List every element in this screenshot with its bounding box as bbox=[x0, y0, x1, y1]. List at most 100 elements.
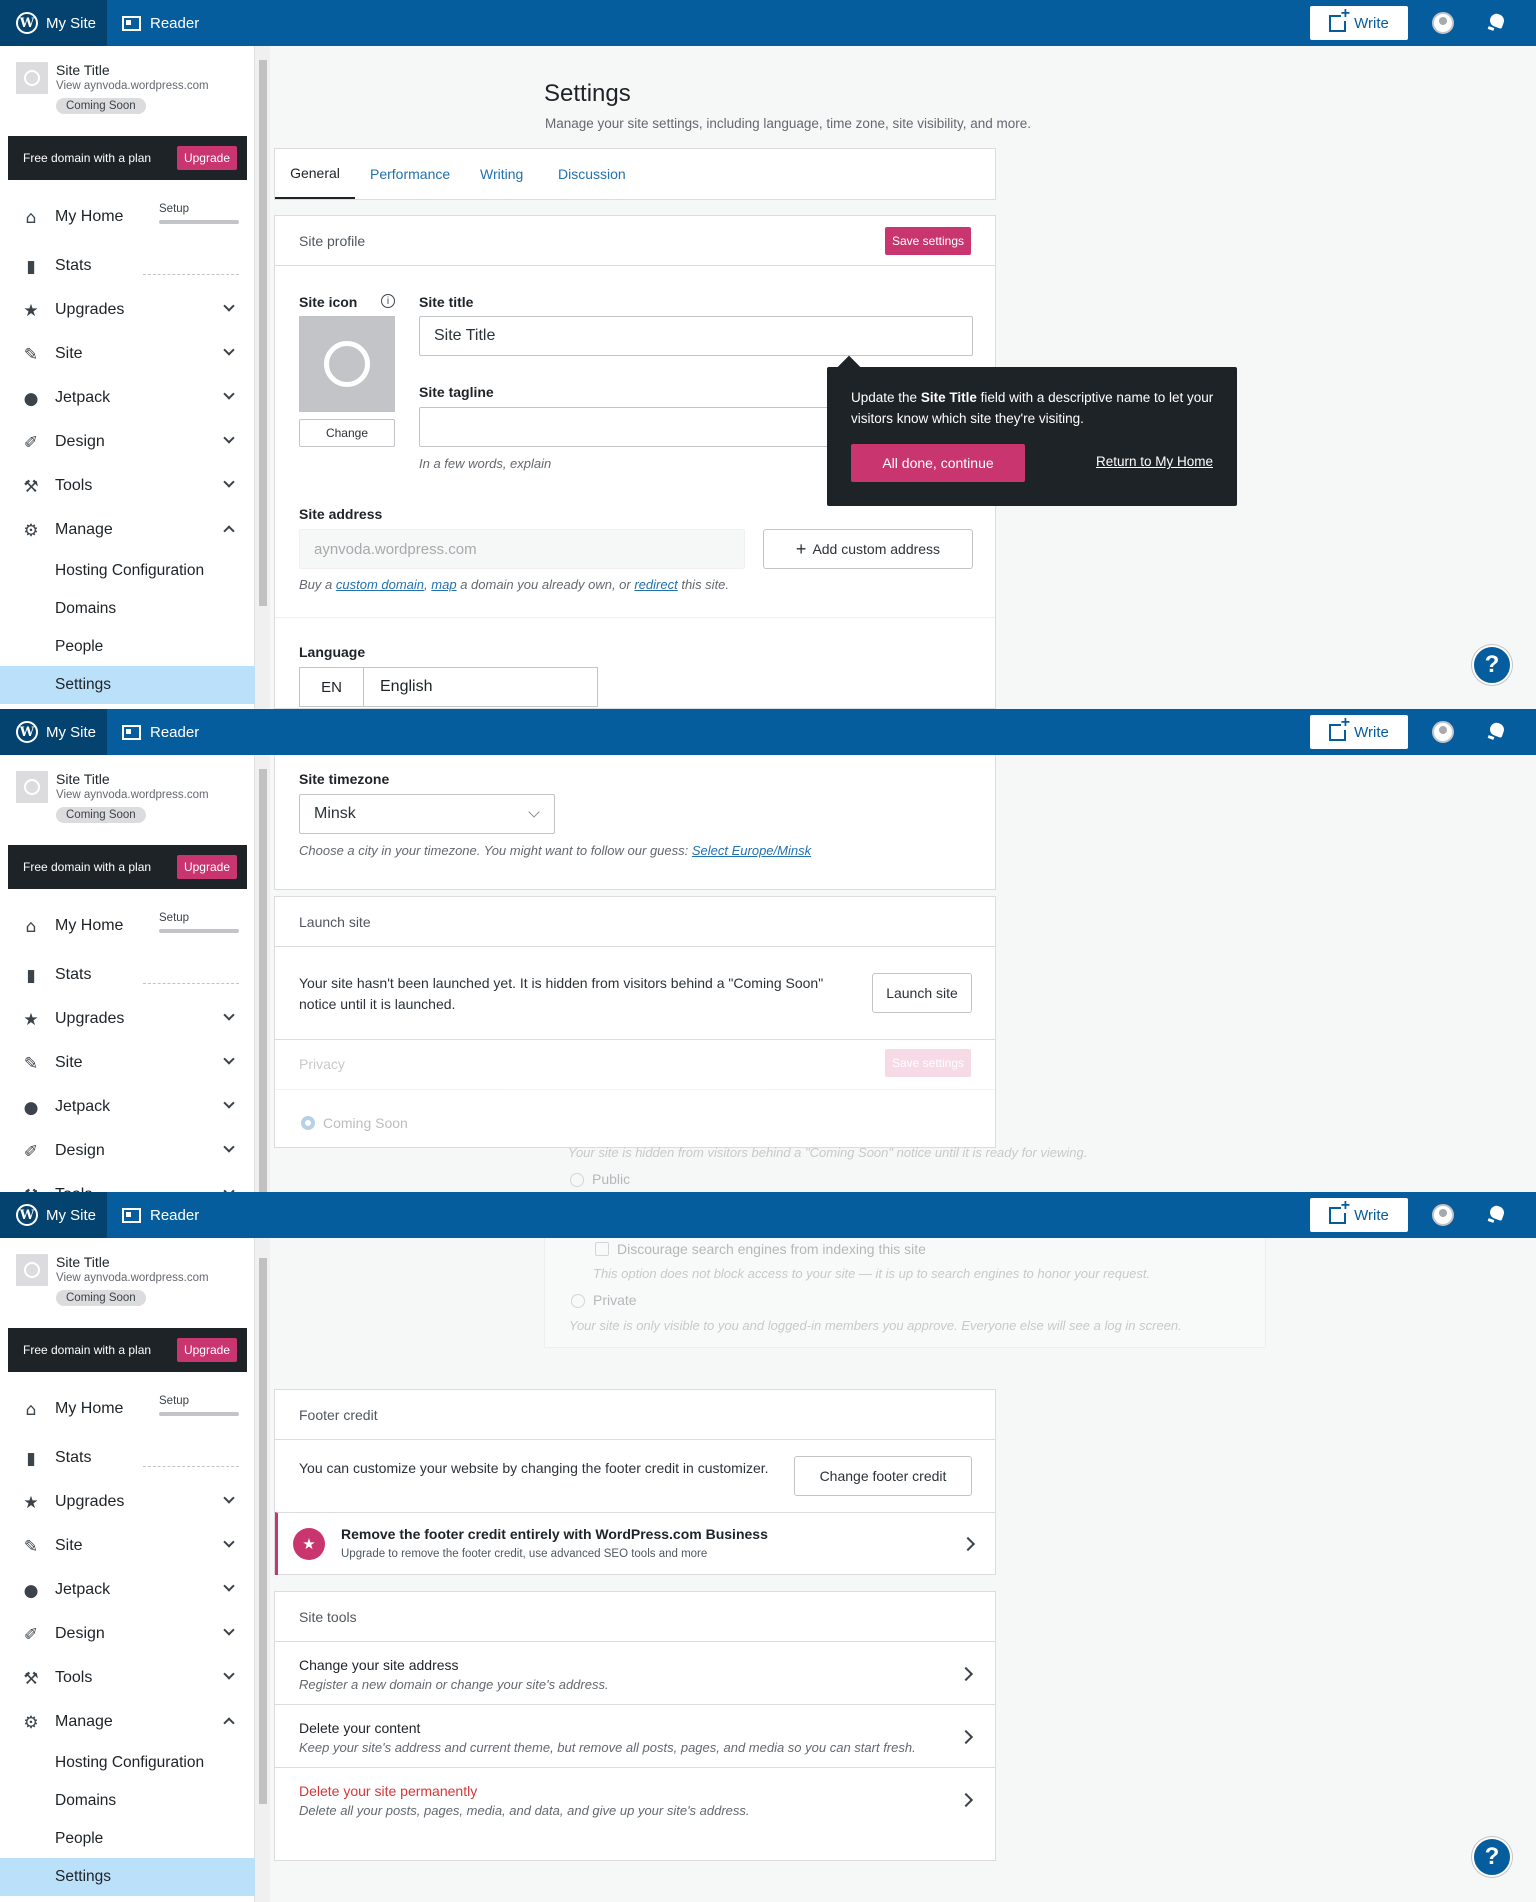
sidebar-item-manage[interactable]: ⚙ Manage bbox=[0, 508, 255, 552]
map-link[interactable]: map bbox=[431, 577, 456, 592]
avatar[interactable] bbox=[1432, 721, 1454, 743]
sidebar-item-design[interactable]: ✐ Design bbox=[0, 420, 255, 464]
free-domain-banner[interactable]: Free domain with a plan Upgrade bbox=[8, 136, 247, 180]
coming-soon-radio[interactable] bbox=[301, 1116, 315, 1130]
sidebar-scrollbar[interactable] bbox=[255, 46, 270, 709]
sidebar-item-tools[interactable]: ⚒ Tools bbox=[0, 1656, 255, 1700]
my-site-button[interactable]: W My Site bbox=[0, 0, 107, 46]
delete-site-row[interactable]: Delete your site permanently Delete all … bbox=[275, 1769, 995, 1831]
reader-button[interactable]: Reader bbox=[122, 1192, 199, 1238]
sidebar-item-jetpack[interactable]: ● Jetpack bbox=[0, 1568, 255, 1612]
sidebar-item-stats[interactable]: ▮ Stats bbox=[0, 953, 255, 997]
site-card[interactable]: Site Title View aynvoda.wordpress.com Co… bbox=[16, 62, 246, 122]
sidebar-item-site[interactable]: ✎ Site bbox=[0, 1524, 255, 1568]
return-to-my-home-link[interactable]: Return to My Home bbox=[1096, 454, 1213, 469]
public-radio[interactable] bbox=[570, 1173, 584, 1187]
sidebar-scrollbar[interactable] bbox=[255, 1238, 270, 1902]
reader-button[interactable]: Reader bbox=[122, 0, 199, 46]
site-timezone-select[interactable]: Minsk bbox=[299, 794, 555, 834]
upgrade-button[interactable]: Upgrade bbox=[176, 855, 237, 879]
reader-icon bbox=[122, 1207, 141, 1223]
launch-site-button[interactable]: Launch site bbox=[872, 973, 972, 1013]
change-site-address-row[interactable]: Change your site address Register a new … bbox=[275, 1643, 995, 1705]
notifications-icon[interactable] bbox=[1486, 721, 1508, 743]
sidebar-item-upgrades[interactable]: ★ Upgrades bbox=[0, 288, 255, 332]
reader-button[interactable]: Reader bbox=[122, 709, 199, 755]
sidebar-item-upgrades[interactable]: ★ Upgrades bbox=[0, 1480, 255, 1524]
sidebar-subitem-domains[interactable]: Domains bbox=[0, 1782, 255, 1820]
delete-content-row[interactable]: Delete your content Keep your site's add… bbox=[275, 1706, 995, 1768]
sidebar-subitem-settings[interactable]: Settings bbox=[0, 666, 255, 704]
write-button[interactable]: Write bbox=[1310, 6, 1408, 40]
my-site-button[interactable]: W My Site bbox=[0, 1192, 107, 1238]
all-done-button[interactable]: All done, continue bbox=[851, 444, 1025, 482]
help-button[interactable]: ? bbox=[1472, 645, 1512, 685]
sidebar-subitem-people[interactable]: People bbox=[0, 1820, 255, 1858]
write-button[interactable]: Write bbox=[1310, 1198, 1408, 1232]
notifications-icon[interactable] bbox=[1486, 1204, 1508, 1226]
sidebar-item-jetpack[interactable]: ● Jetpack bbox=[0, 1085, 255, 1129]
site-card[interactable]: Site Title View aynvoda.wordpress.com Co… bbox=[16, 771, 246, 831]
write-icon bbox=[1329, 6, 1351, 32]
sidebar-item-my-home[interactable]: ⌂ My Home Setup bbox=[0, 195, 255, 239]
sidebar-item-jetpack[interactable]: ● Jetpack bbox=[0, 376, 255, 420]
site-card-url[interactable]: View aynvoda.wordpress.com bbox=[56, 80, 209, 92]
site-card[interactable]: Site Title View aynvoda.wordpress.com Co… bbox=[16, 1254, 246, 1314]
avatar[interactable] bbox=[1432, 1204, 1454, 1226]
select-timezone-link[interactable]: Select Europe/Minsk bbox=[692, 843, 811, 858]
privacy-save-button[interactable]: Save settings bbox=[885, 1049, 971, 1077]
free-domain-banner[interactable]: Free domain with a plan Upgrade bbox=[8, 1328, 247, 1372]
scrollbar-thumb[interactable] bbox=[259, 60, 267, 606]
private-radio[interactable] bbox=[571, 1294, 585, 1308]
scrollbar-thumb[interactable] bbox=[259, 769, 267, 1192]
my-site-button[interactable]: W My Site bbox=[0, 709, 107, 755]
sidebar-subitem-hosting[interactable]: Hosting Configuration bbox=[0, 552, 255, 590]
sidebar-subitem-people[interactable]: People bbox=[0, 628, 255, 666]
avatar[interactable] bbox=[1432, 12, 1454, 34]
sidebar-subitem-hosting[interactable]: Hosting Configuration bbox=[0, 1744, 255, 1782]
scrollbar-thumb[interactable] bbox=[259, 1258, 267, 1804]
upgrade-button[interactable]: Upgrade bbox=[176, 1338, 237, 1362]
sidebar-subitem-settings[interactable]: Settings bbox=[0, 1858, 255, 1896]
help-button[interactable]: ? bbox=[1472, 1837, 1512, 1877]
chevron-right-icon bbox=[958, 1729, 974, 1745]
custom-domain-link[interactable]: custom domain bbox=[336, 577, 424, 592]
sidebar-item-site[interactable]: ✎ Site bbox=[0, 1041, 255, 1085]
change-icon-button[interactable]: Change bbox=[299, 419, 395, 447]
change-footer-credit-button[interactable]: Change footer credit bbox=[794, 1456, 972, 1496]
sidebar-item-my-home[interactable]: ⌂ My Home Setup bbox=[0, 1387, 255, 1431]
site-icon-small bbox=[16, 771, 48, 803]
site-card-url[interactable]: View aynvoda.wordpress.com bbox=[56, 1272, 209, 1284]
add-custom-address-button[interactable]: + Add custom address bbox=[763, 529, 973, 569]
footer-upsell-banner[interactable]: ★ Remove the footer credit entirely with… bbox=[275, 1512, 995, 1575]
language-select[interactable]: EN English bbox=[299, 667, 598, 707]
notifications-icon[interactable] bbox=[1486, 12, 1508, 34]
sidebar-item-design[interactable]: ✐ Design bbox=[0, 1129, 255, 1173]
sidebar-item-upgrades[interactable]: ★ Upgrades bbox=[0, 997, 255, 1041]
sidebar-item-tools[interactable]: ⚒ Tools bbox=[0, 1173, 255, 1192]
sidebar-item-manage[interactable]: ⚙ Manage bbox=[0, 1700, 255, 1744]
sidebar-item-site[interactable]: ✎ Site bbox=[0, 332, 255, 376]
save-settings-button[interactable]: Save settings bbox=[885, 227, 971, 255]
sidebar-subitem-domains[interactable]: Domains bbox=[0, 590, 255, 628]
site-title-input[interactable]: Site Title bbox=[419, 316, 973, 356]
free-domain-banner[interactable]: Free domain with a plan Upgrade bbox=[8, 845, 247, 889]
chevron-down-icon bbox=[223, 388, 235, 400]
info-icon[interactable]: i bbox=[381, 294, 395, 308]
discourage-checkbox[interactable] bbox=[595, 1242, 609, 1256]
upgrade-button[interactable]: Upgrade bbox=[176, 146, 237, 170]
redirect-link[interactable]: redirect bbox=[634, 577, 677, 592]
site-card-url[interactable]: View aynvoda.wordpress.com bbox=[56, 789, 209, 801]
sidebar-item-stats[interactable]: ▮ Stats bbox=[0, 244, 255, 288]
tab-discussion[interactable]: Discussion bbox=[558, 166, 626, 182]
tab-performance[interactable]: Performance bbox=[370, 166, 450, 182]
sidebar-item-stats[interactable]: ▮ Stats bbox=[0, 1436, 255, 1480]
write-button[interactable]: Write bbox=[1310, 715, 1408, 749]
sidebar-item-tools[interactable]: ⚒ Tools bbox=[0, 464, 255, 508]
tab-general[interactable]: General bbox=[275, 149, 355, 199]
sidebar-scrollbar[interactable] bbox=[255, 755, 270, 1192]
site-card-title: Site Title bbox=[56, 771, 110, 787]
sidebar-item-design[interactable]: ✐ Design bbox=[0, 1612, 255, 1656]
sidebar-item-my-home[interactable]: ⌂ My Home Setup bbox=[0, 904, 255, 948]
tab-writing[interactable]: Writing bbox=[480, 166, 523, 182]
